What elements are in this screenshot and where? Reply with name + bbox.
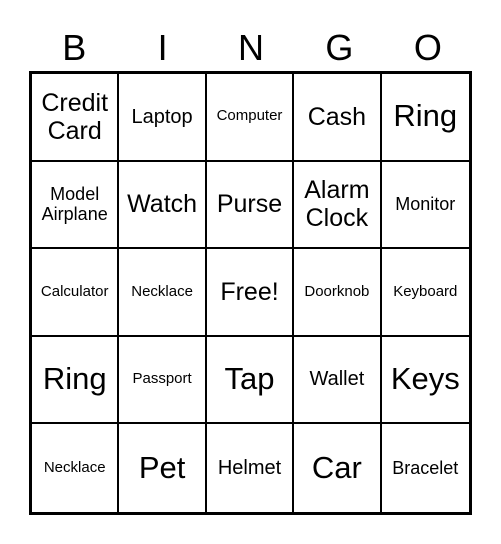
cell-label: Purse <box>216 190 283 219</box>
bingo-cell[interactable]: Calculator <box>32 249 120 337</box>
bingo-cell[interactable]: Keys <box>381 337 469 425</box>
cell-label: Tap <box>224 361 275 397</box>
header-letter-n: N <box>238 27 265 68</box>
header-letter-i: I <box>157 27 168 68</box>
bingo-cell[interactable]: Computer <box>206 74 295 162</box>
header-letter-b: B <box>62 27 87 68</box>
bingo-grid: Credit Card Laptop Computer Cash Ring Model A… <box>29 71 472 515</box>
cell-label: Computer <box>216 107 283 125</box>
cell-label: Wallet <box>309 368 365 391</box>
cell-label: Laptop <box>131 105 193 128</box>
cell-label: Passport <box>132 370 192 388</box>
bingo-cell[interactable]: Ring <box>381 74 469 162</box>
cell-label: Pet <box>138 449 186 485</box>
free-space-cell[interactable]: Free! <box>206 249 295 337</box>
bingo-cell[interactable]: Tap <box>206 336 295 425</box>
bingo-cell[interactable]: Ring <box>32 336 120 425</box>
bingo-cell[interactable]: Purse <box>206 161 295 250</box>
cell-label: Car <box>311 449 362 485</box>
bingo-cell[interactable]: Bracelet <box>382 424 469 512</box>
cell-label: Necklace <box>43 458 106 476</box>
cell-label: Keys <box>390 361 460 397</box>
bingo-cell[interactable]: Credit Card <box>32 74 120 162</box>
cell-label: Monitor <box>395 194 456 215</box>
bingo-cell[interactable]: Helmet <box>207 424 295 512</box>
bingo-cell[interactable]: Monitor <box>381 162 469 250</box>
header-letter-o: O <box>413 27 442 68</box>
bingo-cell[interactable]: Keyboard <box>381 249 469 337</box>
bingo-cell[interactable]: Pet <box>119 424 207 512</box>
cell-label: Keyboard <box>393 282 458 300</box>
bingo-header: B I N G O <box>30 24 472 72</box>
bingo-cell[interactable]: Model Airplane <box>32 161 120 250</box>
cell-label: Model Airplane <box>41 184 108 225</box>
cell-label: Ring <box>42 361 107 397</box>
cell-label: Credit Card <box>41 88 109 145</box>
cell-label: Necklace <box>131 282 193 300</box>
header-letter-g: G <box>325 27 354 68</box>
bingo-cell[interactable]: Necklace <box>32 424 120 512</box>
cell-label: Helmet <box>217 456 282 479</box>
bingo-cell[interactable]: Cash <box>294 74 382 162</box>
bingo-cell[interactable]: Car <box>294 424 382 512</box>
bingo-cell[interactable]: Necklace <box>119 249 207 337</box>
cell-label: Watch <box>127 190 198 219</box>
cell-label: Calculator <box>40 282 109 300</box>
cell-label: Free! <box>220 277 279 306</box>
bingo-cell[interactable]: Laptop <box>119 74 207 162</box>
bingo-cell[interactable]: Wallet <box>294 336 382 425</box>
cell-label: Ring <box>393 98 458 134</box>
cell-label: Cash <box>307 102 367 131</box>
bingo-cell[interactable]: Alarm Clock <box>294 161 382 250</box>
cell-label: Doorknob <box>304 282 370 300</box>
bingo-cell[interactable]: Watch <box>119 161 207 250</box>
bingo-cell[interactable]: Doorknob <box>294 249 382 337</box>
bingo-cell[interactable]: Passport <box>119 336 207 425</box>
cell-label: Bracelet <box>392 458 459 479</box>
cell-label: Alarm Clock <box>304 176 370 233</box>
